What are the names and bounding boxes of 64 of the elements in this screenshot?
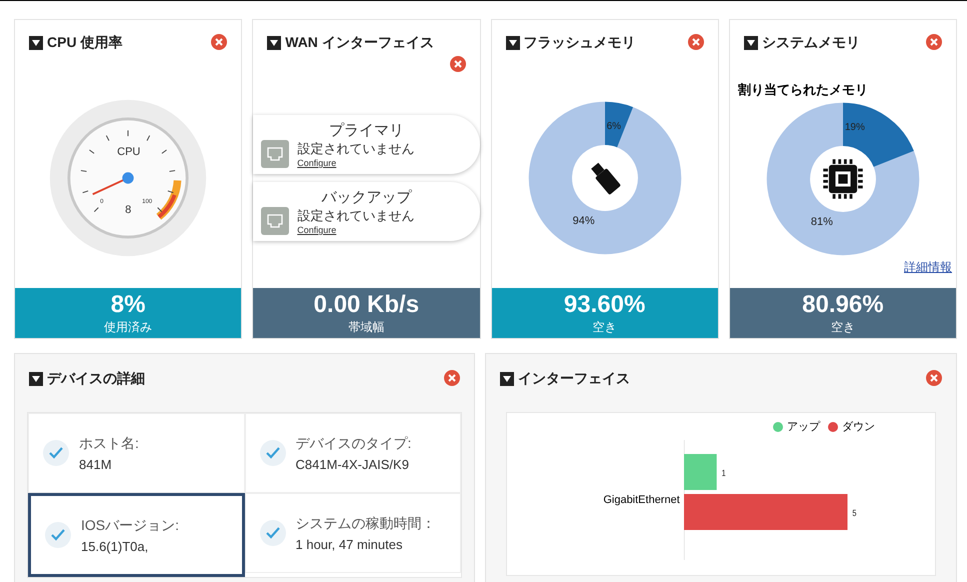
bar-value: 5 [852,508,856,518]
status-text: 設定されていません [297,207,414,225]
axis-label: GigabitEthernet [602,494,681,506]
status-text: 設定されていません [297,140,414,158]
configure-link[interactable]: Configure [297,225,414,235]
collapse-icon[interactable] [29,36,43,50]
used-percent: 19% [844,122,865,132]
details-link[interactable]: 詳細情報 [904,258,952,276]
ethernet-port-icon [261,140,290,168]
check-icon [260,440,286,466]
check-icon [43,440,69,466]
summary-caption: 空き [592,318,617,336]
close-icon[interactable] [450,56,466,72]
summary-value: 93.60% [564,290,646,318]
summary-value: 8% [110,290,146,318]
detail-value: C841M-4X-JAIS/K9 [296,456,410,472]
summary-value: 80.96% [802,290,884,318]
widget-title: システムメモリ [762,34,860,52]
detail-label: システムの稼動時間： [296,514,436,532]
widget-title: CPU 使用率 [47,34,122,52]
close-icon[interactable] [444,370,460,386]
configure-link[interactable]: Configure [297,158,414,168]
check-icon [260,520,286,546]
close-icon[interactable] [926,370,942,386]
gauge-reading: 8 [125,205,132,216]
legend-label: ダウン [842,420,875,434]
interface-name: バックアップ [321,188,412,207]
usb-drive-icon [590,162,621,196]
legend-label: アップ [787,420,820,434]
collapse-icon[interactable] [29,372,43,386]
collapse-icon[interactable] [267,36,282,50]
bar-value: 1 [721,468,726,478]
check-icon [45,522,71,548]
used-slice [842,102,914,168]
chip-icon [823,158,863,198]
summary-caption: 帯域幅 [348,318,384,336]
free-percent: 81% [810,216,833,228]
used-slice [604,102,632,148]
widget-title: フラッシュメモリ [524,34,636,52]
close-icon[interactable] [211,34,228,50]
summary-value: 0.00 Kb/s [314,290,420,318]
detail-label: ホスト名: [79,434,139,452]
bar [684,454,716,490]
free-percent: 94% [572,216,595,227]
detail-value: 841M [79,456,113,472]
close-icon[interactable] [688,34,704,50]
ethernet-port-icon [261,207,290,235]
used-percent: 6% [606,122,622,132]
collapse-icon[interactable] [500,372,514,386]
detail-value: 1 hour, 47 minutes [296,536,404,552]
detail-value: 15.6(1)T0a, [81,538,150,554]
widget-title: デバイスの詳細 [47,370,145,388]
widget-title: WAN インターフェイス [285,34,434,52]
summary-caption: 使用済み [104,318,152,336]
collapse-icon[interactable] [744,36,758,50]
widget-title: インターフェイス [518,370,630,388]
close-icon[interactable] [926,34,942,50]
summary-caption: 空き [830,318,855,336]
collapse-icon[interactable] [506,36,520,50]
interface-name: プライマリ [328,121,404,140]
chart-heading: 割り当てられたメモリ [738,80,868,98]
detail-label: IOSバージョン: [81,516,180,534]
gauge-label: CPU [117,147,140,158]
detail-label: デバイスのタイプ: [296,434,412,452]
